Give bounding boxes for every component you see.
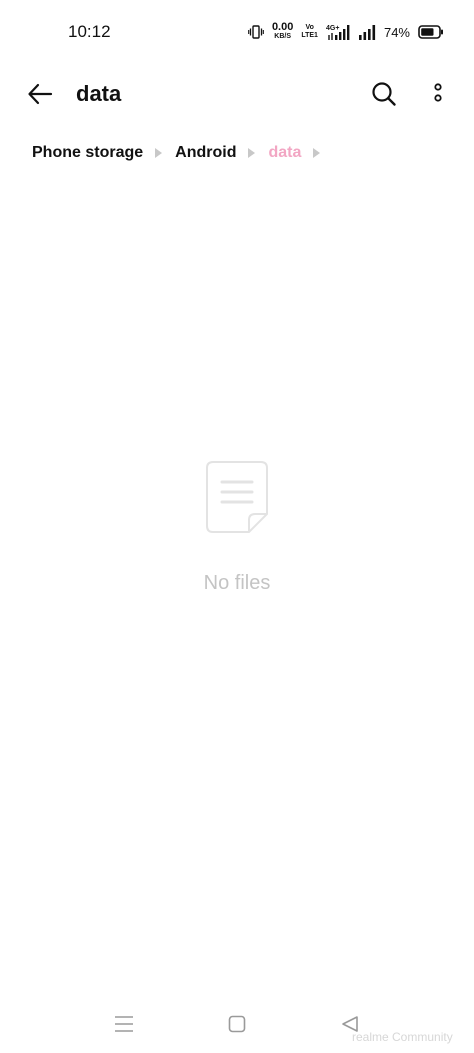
page-title: data <box>76 81 122 106</box>
breadcrumb-separator-icon <box>313 148 321 158</box>
breadcrumb-separator-icon <box>155 148 163 158</box>
home-icon <box>228 1015 246 1033</box>
breadcrumb-data[interactable]: data <box>268 144 301 162</box>
search-button[interactable] <box>366 76 402 112</box>
menu-icon <box>115 1016 133 1032</box>
net-speed-value: 0.00 <box>271 21 294 33</box>
battery-percent: 74% <box>383 24 410 40</box>
back-arrow-icon <box>28 83 53 105</box>
watermark: realme Community <box>352 1030 453 1044</box>
search-icon <box>372 82 396 106</box>
breadcrumb: Phone storage Android data <box>32 142 333 164</box>
signal-icon <box>358 24 376 40</box>
volte-top: Vo <box>305 24 314 31</box>
net-speed: 0.00 KB/S <box>271 21 294 41</box>
status-time: 10:12 <box>68 22 111 41</box>
network-type-label: 4G+ <box>326 25 339 32</box>
document-icon <box>206 461 268 533</box>
home-button[interactable] <box>224 1012 250 1036</box>
empty-state: No files <box>0 460 474 595</box>
empty-message: No files <box>203 572 271 594</box>
net-speed-unit: KB/S <box>274 33 292 40</box>
app-bar: data <box>0 62 474 126</box>
status-bar: 10:12 0.00 KB/S Vo LTE1 4G+ 74% <box>0 0 474 62</box>
battery-icon <box>418 25 444 39</box>
back-button[interactable] <box>22 76 58 112</box>
breadcrumb-android[interactable]: Android <box>175 144 236 162</box>
breadcrumb-phone-storage[interactable]: Phone storage <box>32 144 143 162</box>
recents-button[interactable] <box>111 1012 137 1036</box>
status-icons: 0.00 KB/S Vo LTE1 4G+ 74% <box>248 20 444 44</box>
vibrate-icon <box>248 25 264 39</box>
volte-bottom: LTE1 <box>301 32 318 39</box>
signal-4g-icon: 4G+ <box>326 23 350 41</box>
volte-indicator: Vo LTE1 <box>301 24 318 40</box>
more-options-button[interactable] <box>422 76 454 112</box>
breadcrumb-separator-icon <box>248 148 256 158</box>
more-vertical-icon <box>434 83 442 102</box>
